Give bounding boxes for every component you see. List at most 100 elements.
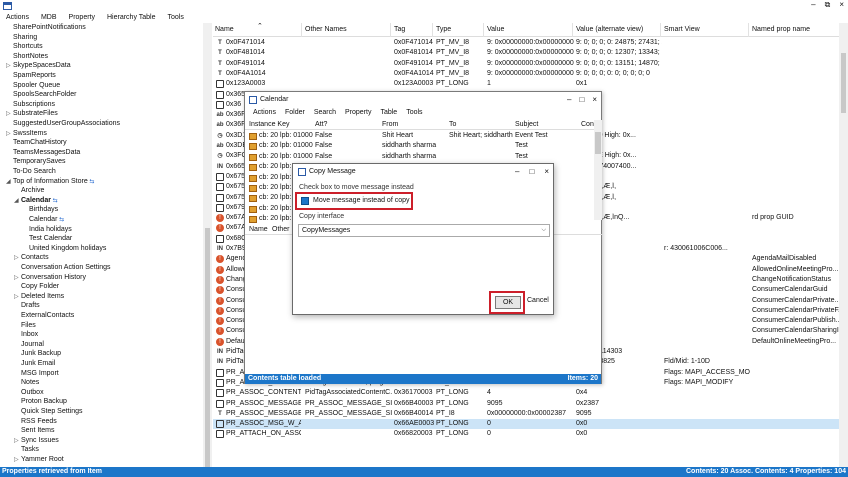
- tree-item[interactable]: ▷ SkypeSpacesData: [6, 61, 71, 71]
- list-item[interactable]: cb: 20 lpb: 01000... False siddharth sharm…: [245, 141, 594, 151]
- tree-item[interactable]: Inbox: [14, 330, 38, 340]
- col-to[interactable]: To: [449, 121, 456, 128]
- move-message-checkbox[interactable]: [301, 197, 309, 205]
- grid-column-header[interactable]: Value (alternate view): [576, 26, 643, 33]
- tree-item[interactable]: ▷ Sync Issues: [14, 436, 59, 446]
- col-instance-key[interactable]: Instance Key: [249, 121, 289, 128]
- properties-grid-scrollbar[interactable]: [839, 23, 848, 467]
- scrollbar-thumb[interactable]: [595, 132, 601, 154]
- calendar-menu-table[interactable]: Table: [380, 109, 397, 120]
- move-message-checkbox-row[interactable]: Move message instead of copy: [295, 192, 413, 210]
- tree-item[interactable]: Notes: [14, 378, 39, 388]
- tree-item[interactable]: Copy Folder: [14, 282, 59, 292]
- calendar-menu-property[interactable]: Property: [345, 109, 371, 120]
- tree-item[interactable]: RSS Feeds: [14, 417, 57, 427]
- tree-item[interactable]: Sharing: [6, 33, 37, 43]
- tree-item[interactable]: Tasks: [14, 445, 39, 455]
- tree-item[interactable]: Junk Email: [14, 359, 55, 369]
- tree-item[interactable]: TemporarySaves: [6, 157, 66, 167]
- tree-item[interactable]: ▷ Yammer Root: [14, 455, 64, 465]
- grid-column-header[interactable]: Other Names: [305, 26, 347, 33]
- calendar-menu-tools[interactable]: Tools: [406, 109, 422, 120]
- tree-item[interactable]: ▷ SubstrateFiles: [6, 109, 58, 119]
- calendar-menu-search[interactable]: Search: [314, 109, 336, 120]
- tree-item[interactable]: Drafts: [14, 301, 40, 311]
- close-icon[interactable]: ×: [544, 167, 549, 176]
- calendar-menu-folder[interactable]: Folder: [285, 109, 305, 120]
- chevron-down-icon[interactable]: ⌵: [541, 225, 546, 236]
- table-row[interactable]: T 0x0F471014 0x0F471014 PT_MV_I8 9: 0x000000…: [213, 38, 839, 48]
- tree-item[interactable]: ◢ Calendar ⇆: [14, 196, 58, 206]
- column-divider[interactable]: [390, 23, 391, 37]
- folder-tree-scrollbar[interactable]: [203, 23, 212, 468]
- table-row[interactable]: PR_ATTACH_ON_ASSOC... 0x66820003PT_LONG 0 0…: [213, 429, 839, 439]
- minimize-icon[interactable]: –: [515, 167, 519, 176]
- tree-item[interactable]: ShortNotes: [6, 52, 48, 62]
- tree-item[interactable]: To-Do Search: [6, 167, 56, 177]
- tree-item[interactable]: Archive: [14, 186, 44, 196]
- minimize-icon[interactable]: –: [811, 0, 815, 12]
- menu-hierarchy-table[interactable]: Hierarchy Table: [107, 14, 156, 21]
- tree-item[interactable]: Sent Items: [14, 426, 54, 436]
- table-row[interactable]: PR_ASSOC_CONTENT_C... PidTagAssociatedCon…: [213, 388, 839, 398]
- table-row[interactable]: 0x123A0003 0x123A0003 PT_LONG 1 0x1: [213, 79, 839, 89]
- tree-item[interactable]: ExternalContacts: [14, 311, 74, 321]
- grid-column-header[interactable]: Type: [436, 26, 451, 33]
- tree-item[interactable]: ◢ Top of Information Store ⇆: [6, 177, 94, 187]
- tree-item[interactable]: TeamsMessagesData: [6, 148, 80, 158]
- col-con[interactable]: Con: [581, 121, 594, 128]
- minimize-icon[interactable]: –: [567, 95, 571, 104]
- tree-item[interactable]: Subscriptions: [6, 100, 55, 110]
- tree-item[interactable]: Quick Step Settings: [14, 407, 82, 417]
- table-row[interactable]: T 0x0F481014 0x0F481014 PT_MV_I8 9: 0x000000…: [213, 48, 839, 58]
- tree-item[interactable]: Birthdays: [22, 205, 58, 215]
- column-divider[interactable]: [483, 23, 484, 37]
- tree-item[interactable]: Proton Backup: [14, 397, 67, 407]
- grid-column-header[interactable]: Smart View: [664, 26, 700, 33]
- column-divider[interactable]: [660, 23, 661, 37]
- table-row[interactable]: PR_ASSOC_MSG_W_ATT... 0x66AE0003PT_LONG 0 0…: [213, 419, 839, 430]
- close-icon[interactable]: ×: [592, 95, 597, 104]
- tree-item[interactable]: Test Calendar: [22, 234, 72, 244]
- tree-item[interactable]: Shortcuts: [6, 42, 43, 52]
- tree-item[interactable]: ▷ Contacts: [14, 253, 49, 263]
- tree-item[interactable]: Outbox: [14, 388, 44, 398]
- copy-interface-select[interactable]: CopyMessages ⌵: [298, 224, 550, 237]
- menu-actions[interactable]: Actions: [6, 14, 29, 21]
- column-divider[interactable]: [748, 23, 749, 37]
- restore-icon[interactable]: ⧉: [825, 0, 831, 12]
- maximize-icon[interactable]: □: [579, 95, 584, 104]
- calendar-scrollbar[interactable]: [594, 120, 602, 220]
- tree-item[interactable]: SuggestedUserGroupAssociations: [6, 119, 120, 129]
- tree-item[interactable]: India holidays: [22, 225, 72, 235]
- tree-expander-icon[interactable]: ▷: [14, 456, 21, 466]
- table-row[interactable]: T 0x0F491014 0x0F491014 PT_MV_I8 9: 0x000000…: [213, 59, 839, 69]
- menu-mdb[interactable]: MDB: [41, 14, 57, 21]
- tree-item[interactable]: MSG Import: [14, 369, 59, 379]
- column-divider[interactable]: [572, 23, 573, 37]
- col-subject[interactable]: Subject: [515, 121, 538, 128]
- move-message-checkbox-label[interactable]: Move message instead of copy: [313, 197, 410, 204]
- maximize-icon[interactable]: □: [529, 167, 534, 176]
- tree-item[interactable]: Calendar ⇆: [22, 215, 64, 225]
- scrollbar-thumb[interactable]: [841, 53, 846, 113]
- tree-item[interactable]: ▷ Conversation History: [14, 273, 86, 283]
- col-name[interactable]: Name: [249, 226, 268, 233]
- menu-tools[interactable]: Tools: [168, 14, 184, 21]
- tree-item[interactable]: ▷ Deleted Items: [14, 292, 64, 302]
- folder-tree[interactable]: SharePointNotifications Sharing Shortcuts S…: [0, 23, 212, 467]
- col-from[interactable]: From: [382, 121, 398, 128]
- tree-item[interactable]: Files: [14, 321, 36, 331]
- col-att[interactable]: Att?: [315, 121, 327, 128]
- tree-item[interactable]: Junk Backup: [14, 349, 61, 359]
- table-row[interactable]: PR_ASSOC_MESSAGE_SI... PR_ASSOC_MESSAGE_S…: [213, 399, 839, 409]
- tree-item[interactable]: United Kingdom holidays: [22, 244, 106, 254]
- grid-column-header[interactable]: Name: [215, 26, 234, 33]
- table-row[interactable]: T 0x0F4A1014 0x0F4A1014 PT_MV_I8 9: 0x000000…: [213, 69, 839, 79]
- tree-item[interactable]: ▷ SwssItems: [6, 129, 47, 139]
- list-item[interactable]: cb: 20 lpb: 01000... False Shit Heart Shit …: [245, 131, 594, 141]
- column-divider[interactable]: [301, 23, 302, 37]
- column-divider[interactable]: [432, 23, 433, 37]
- table-row[interactable]: T PR_ASSOC_MESSAGE_SI... PR_ASSOC_MESSAGE_…: [213, 409, 839, 419]
- list-item[interactable]: cb: 20 lpb: 01000... False siddharth sharm…: [245, 152, 594, 162]
